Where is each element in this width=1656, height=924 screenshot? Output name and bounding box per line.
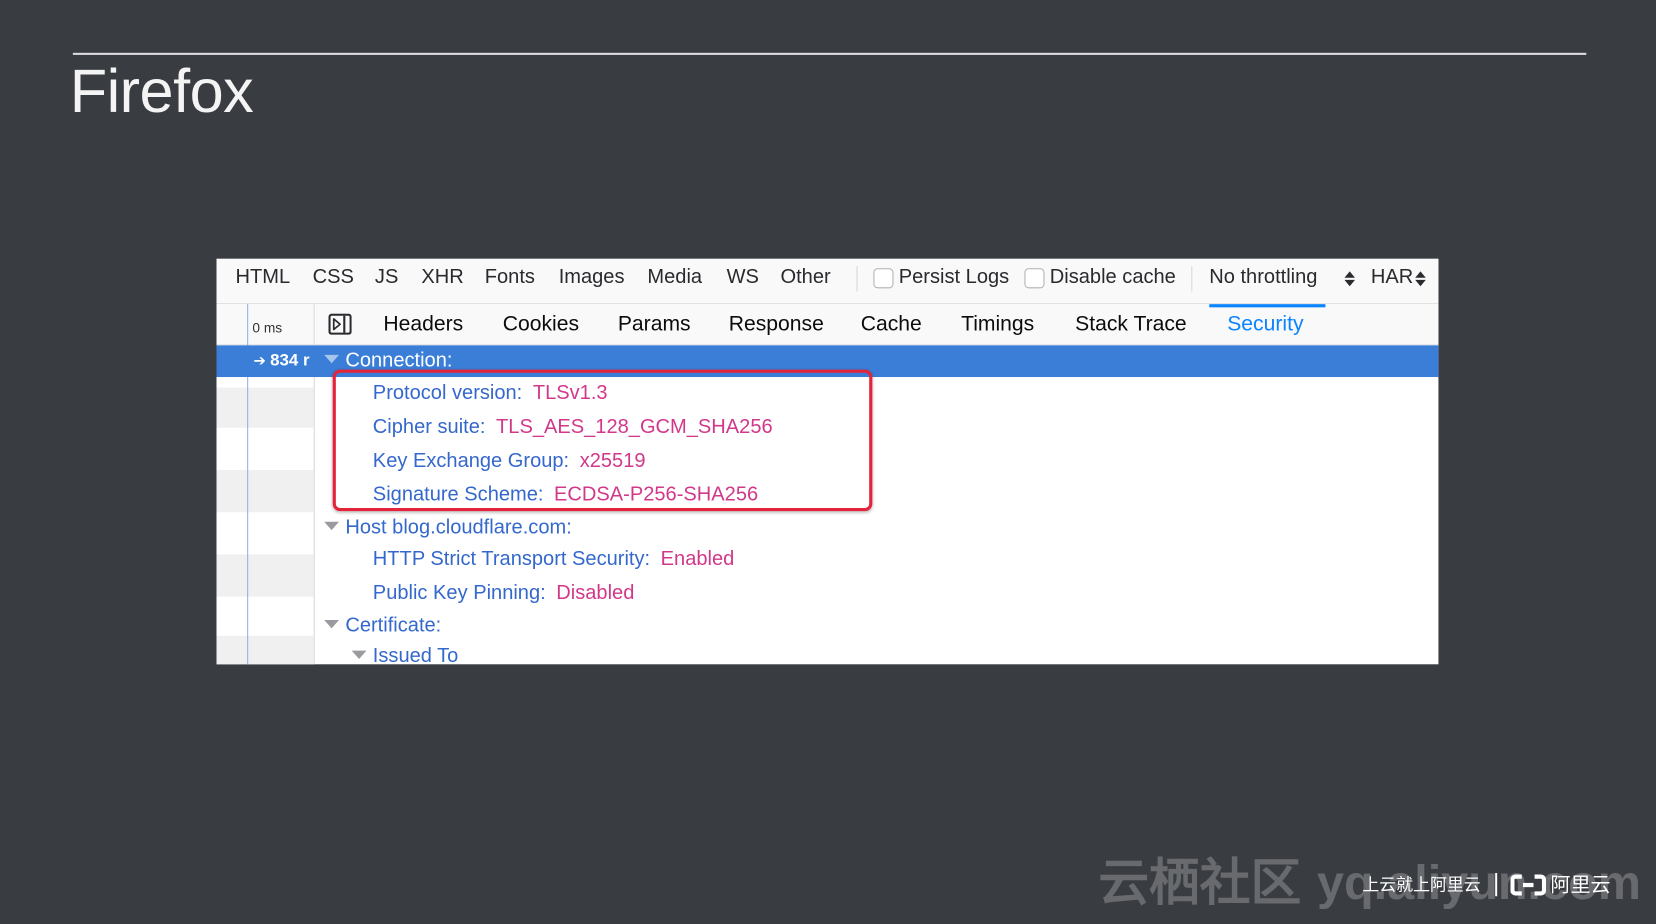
watermark-site-name: 云栖社区 xyxy=(1098,853,1302,913)
issued-to-heading: Issued To xyxy=(372,645,459,665)
selected-request-label: 834 r xyxy=(270,351,310,370)
persist-logs-label[interactable]: Persist Logs xyxy=(899,265,1009,290)
tab-timings[interactable]: Timings xyxy=(961,312,1034,337)
aliyun-logo-icon xyxy=(1510,874,1547,896)
tab-cache[interactable]: Cache xyxy=(861,312,922,337)
tab-headers[interactable]: Headers xyxy=(383,312,463,337)
tab-stack-trace[interactable]: Stack Trace xyxy=(1075,312,1187,337)
highlight-annotation-box xyxy=(332,369,873,512)
collapse-triangle-icon[interactable] xyxy=(324,521,340,531)
certificate-group-header[interactable]: Certificate: xyxy=(324,614,441,639)
filter-html[interactable]: HTML xyxy=(236,265,291,290)
footer-separator: | xyxy=(1492,870,1501,897)
tab-params[interactable]: Params xyxy=(618,312,691,337)
filter-css[interactable]: CSS xyxy=(313,265,354,290)
host-heading: Host blog.cloudflare.com: xyxy=(345,516,572,539)
connection-heading: Connection: xyxy=(345,349,453,372)
select-arrows-icon[interactable] xyxy=(1344,270,1356,287)
filter-media[interactable]: Media xyxy=(647,265,702,290)
host-group-header[interactable]: Host blog.cloudflare.com: xyxy=(324,515,572,540)
request-list-row xyxy=(216,387,314,428)
field-value: Disabled xyxy=(556,581,635,605)
select-arrows-icon[interactable] xyxy=(1415,270,1426,287)
arrow-right-icon xyxy=(253,352,270,370)
sidebar-toggle-icon[interactable] xyxy=(328,313,352,335)
selected-request[interactable]: 834 r xyxy=(253,351,309,372)
filter-fonts[interactable]: Fonts xyxy=(485,265,535,290)
network-toolbar: HTML CSS JS XHR Fonts Images Media WS Ot… xyxy=(216,258,1439,305)
tab-response[interactable]: Response xyxy=(729,312,824,337)
persist-logs-checkbox[interactable] xyxy=(873,268,894,289)
collapse-triangle-icon[interactable] xyxy=(351,650,367,660)
request-list-row xyxy=(216,635,314,665)
slide-title: Firefox xyxy=(69,57,254,126)
filter-other[interactable]: Other xyxy=(780,265,830,290)
hsts-row: HTTP Strict Transport Security: Enabled xyxy=(373,547,735,572)
field-label: HTTP Strict Transport Security: xyxy=(372,548,651,571)
toolbar-separator xyxy=(856,266,858,292)
collapse-triangle-icon[interactable] xyxy=(324,354,340,364)
tab-cookies[interactable]: Cookies xyxy=(503,312,579,337)
slide: Firefox HTML CSS JS XHR Fonts Images Med… xyxy=(0,0,1656,923)
filter-ws[interactable]: WS xyxy=(727,265,759,290)
disable-cache-checkbox[interactable] xyxy=(1024,268,1045,289)
har-menu[interactable]: HAR xyxy=(1371,265,1413,290)
request-list xyxy=(216,345,315,665)
request-list-row xyxy=(216,469,314,513)
certificate-heading: Certificate: xyxy=(345,614,442,637)
details-tabbar: Headers Cookies Params Response Cache Ti… xyxy=(314,304,1439,346)
active-tab-indicator xyxy=(1209,304,1326,308)
issued-to-group-header[interactable]: Issued To xyxy=(351,644,459,665)
throttling-select[interactable]: No throttling xyxy=(1209,265,1317,290)
field-value: Enabled xyxy=(660,548,735,571)
filter-images[interactable]: Images xyxy=(559,265,625,290)
footer-slogan: 上云就上阿里云 xyxy=(1362,874,1481,895)
title-rule xyxy=(72,52,1587,55)
request-list-row xyxy=(216,554,314,597)
filter-js[interactable]: JS xyxy=(375,265,398,290)
footer-brand: 阿里云 xyxy=(1550,873,1611,897)
timeline-label: 0 ms xyxy=(252,320,283,336)
request-list-header: 0 ms xyxy=(216,304,315,346)
filter-xhr[interactable]: XHR xyxy=(421,265,463,290)
toolbar-separator xyxy=(1191,266,1193,292)
devtools-network-panel: HTML CSS JS XHR Fonts Images Media WS Ot… xyxy=(216,258,1439,665)
collapse-triangle-icon[interactable] xyxy=(324,619,340,629)
field-label: Public Key Pinning: xyxy=(372,581,546,605)
tab-security[interactable]: Security xyxy=(1227,312,1303,337)
disable-cache-label[interactable]: Disable cache xyxy=(1050,265,1176,290)
public-key-pinning-row: Public Key Pinning: Disabled xyxy=(373,581,635,606)
selected-request-cell[interactable]: 834 r xyxy=(217,345,315,377)
